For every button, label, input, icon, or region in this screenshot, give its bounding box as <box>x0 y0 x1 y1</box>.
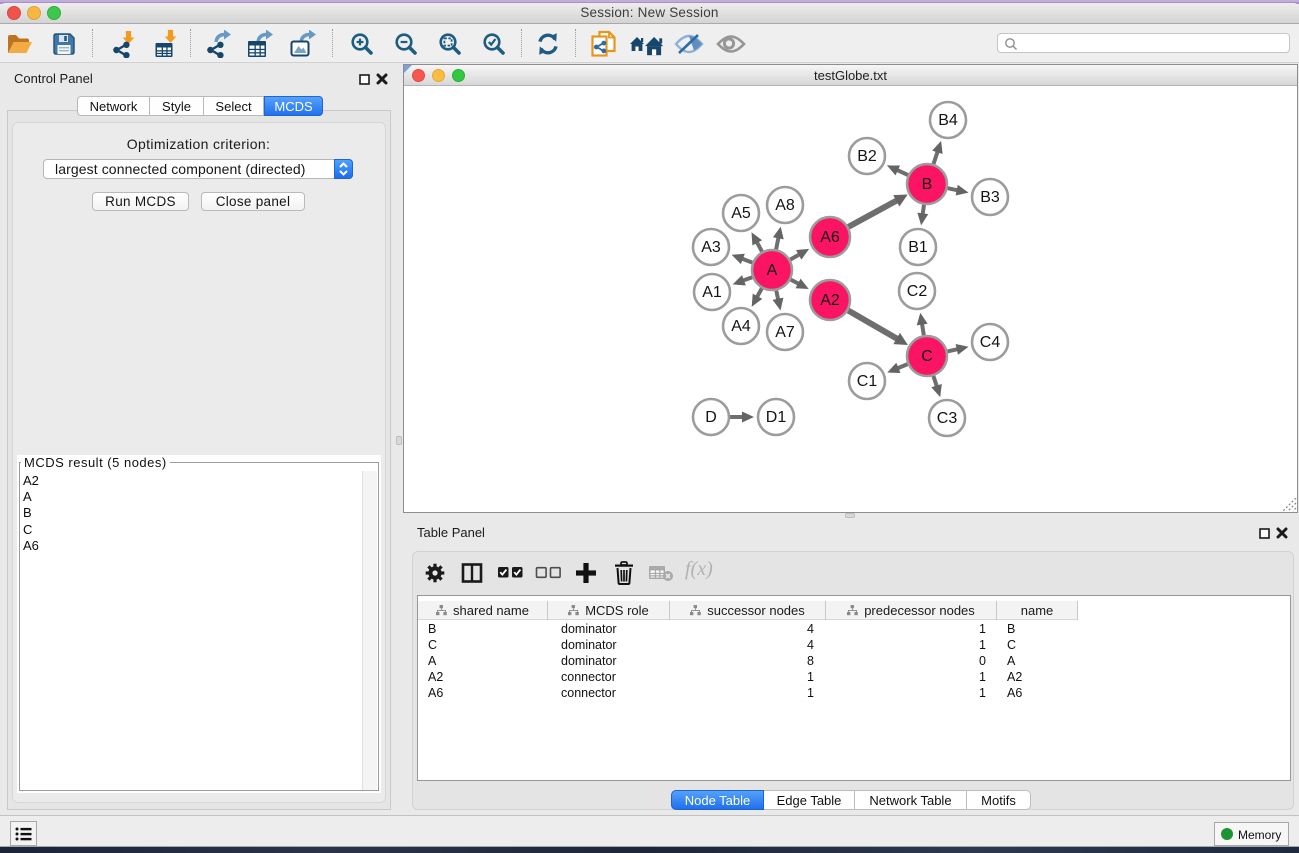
svg-text:A1: A1 <box>702 284 722 301</box>
svg-text:B1: B1 <box>908 239 928 256</box>
svg-text:B4: B4 <box>938 112 958 129</box>
svg-text:C4: C4 <box>980 334 1001 351</box>
svg-text:D: D <box>705 409 717 426</box>
svg-text:B2: B2 <box>857 148 877 165</box>
svg-text:A4: A4 <box>731 318 751 335</box>
svg-text:C2: C2 <box>907 283 928 300</box>
svg-text:B: B <box>922 176 933 193</box>
svg-text:A8: A8 <box>775 197 795 214</box>
svg-text:A3: A3 <box>701 239 721 256</box>
svg-text:C3: C3 <box>937 410 958 427</box>
svg-text:A2: A2 <box>820 292 840 309</box>
svg-text:D1: D1 <box>766 409 787 426</box>
svg-text:C1: C1 <box>857 373 878 390</box>
svg-text:A: A <box>767 262 778 279</box>
svg-text:A7: A7 <box>775 324 795 341</box>
svg-text:B3: B3 <box>980 189 1000 206</box>
svg-text:C: C <box>921 348 933 365</box>
svg-text:A6: A6 <box>820 229 840 246</box>
svg-text:A5: A5 <box>731 205 751 222</box>
